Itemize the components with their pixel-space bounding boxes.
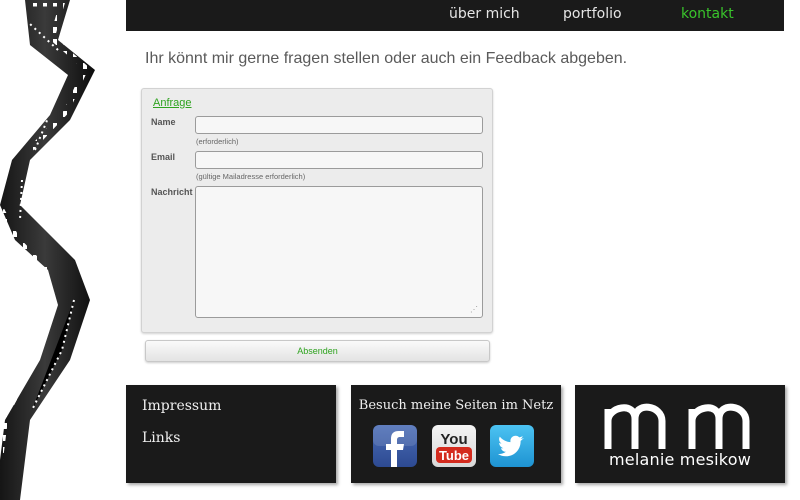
- name-hint: (erforderlich): [196, 137, 239, 146]
- footer-links-box: Impressum Links: [126, 385, 336, 483]
- twitter-icon[interactable]: [490, 425, 534, 467]
- nav-item-ueber-mich[interactable]: über mich: [449, 6, 520, 22]
- youtube-icon[interactable]: You Tube: [432, 425, 476, 467]
- name-input[interactable]: [195, 116, 483, 134]
- footer-link-impressum[interactable]: Impressum: [142, 398, 221, 414]
- nav-item-portfolio[interactable]: portfolio: [563, 6, 622, 22]
- email-hint: (gültige Mailadresse erforderlich): [196, 172, 306, 181]
- email-label: Email: [151, 152, 176, 162]
- submit-button[interactable]: Absenden: [145, 340, 490, 362]
- contact-form: Anfrage Name (erforderlich) Email (gülti…: [141, 88, 493, 333]
- message-textarea[interactable]: [195, 186, 483, 318]
- nav-item-kontakt[interactable]: kontakt: [681, 6, 734, 22]
- svg-text:You: You: [440, 431, 467, 448]
- form-legend-anfrage[interactable]: Anfrage: [153, 97, 192, 109]
- name-label: Name: [151, 117, 176, 127]
- logo-name: melanie mesikow: [609, 450, 751, 469]
- footer-logo-box: melanie mesikow: [575, 385, 785, 483]
- resize-grip-icon[interactable]: ⋰: [470, 305, 480, 315]
- film-strip-decoration: [0, 0, 95, 500]
- social-title: Besuch meine Seiten im Netz: [358, 398, 554, 413]
- top-navigation: über mich portfolio kontakt: [126, 0, 784, 31]
- intro-text: Ihr könnt mir gerne fragen stellen oder …: [145, 50, 628, 67]
- footer-social-box: Besuch meine Seiten im Netz You Tube: [351, 385, 561, 483]
- svg-text:Tube: Tube: [439, 448, 469, 463]
- footer-link-links[interactable]: Links: [142, 430, 180, 446]
- facebook-icon[interactable]: [373, 425, 417, 467]
- message-label: Nachricht: [151, 187, 193, 197]
- email-input[interactable]: [195, 151, 483, 169]
